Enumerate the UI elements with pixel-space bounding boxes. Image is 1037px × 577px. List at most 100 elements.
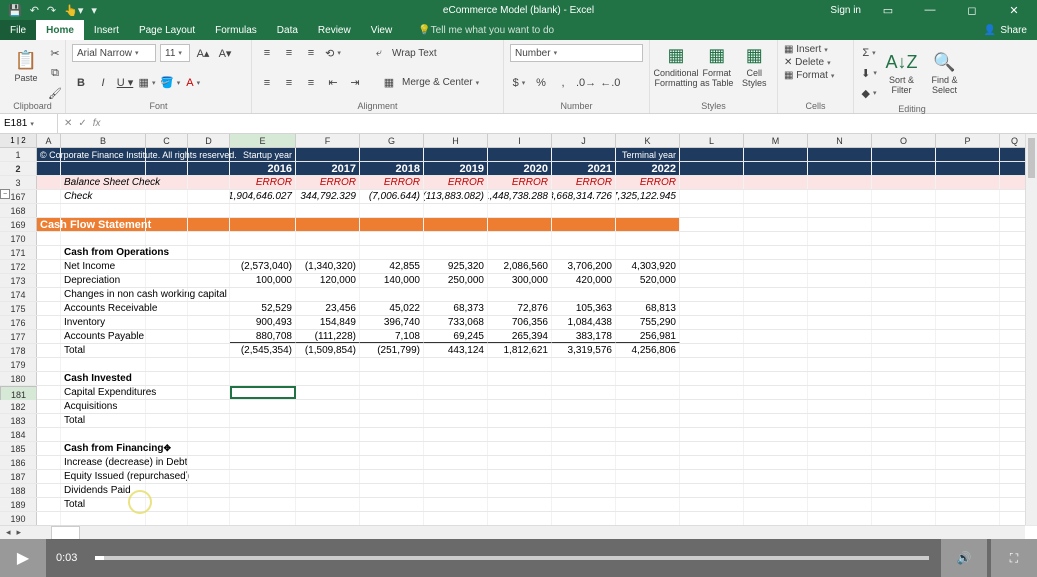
undo-icon[interactable]: ↶ <box>30 4 39 17</box>
cell[interactable] <box>616 498 680 511</box>
cell[interactable] <box>61 162 146 175</box>
cell[interactable] <box>680 148 744 161</box>
cell[interactable] <box>296 400 360 413</box>
cell[interactable] <box>296 218 360 231</box>
cell[interactable] <box>872 162 936 175</box>
cell[interactable] <box>424 428 488 441</box>
cell[interactable] <box>744 456 808 469</box>
cell[interactable] <box>936 400 1000 413</box>
cell[interactable]: 2017 <box>296 162 360 175</box>
name-box[interactable]: E181 <box>0 114 58 133</box>
cell[interactable]: Equity Issued (repurchased) <box>61 470 146 483</box>
cell[interactable]: 4,303,920 <box>616 260 680 273</box>
cell[interactable] <box>296 358 360 371</box>
cell[interactable] <box>296 470 360 483</box>
cell[interactable] <box>936 386 1000 399</box>
cell[interactable] <box>37 358 61 371</box>
cell[interactable]: Dividends Paid <box>61 484 146 497</box>
cell[interactable] <box>872 512 936 525</box>
cell[interactable]: 3,706,200 <box>552 260 616 273</box>
delete-cells-button[interactable]: ✕ Delete <box>784 57 847 68</box>
cell[interactable] <box>37 372 61 385</box>
cell[interactable]: 105,363 <box>552 302 616 315</box>
align-top-icon[interactable]: ≡ <box>258 44 276 62</box>
copy-icon[interactable]: ⧉ <box>46 64 64 82</box>
cell[interactable] <box>488 498 552 511</box>
sheet-nav-next-icon[interactable]: ▸ <box>17 527 22 538</box>
cell[interactable] <box>936 288 1000 301</box>
cell[interactable] <box>808 498 872 511</box>
cell[interactable]: 1,448,738.288 <box>488 190 552 203</box>
cell[interactable] <box>808 260 872 273</box>
cell[interactable] <box>37 330 61 343</box>
cell[interactable] <box>360 414 424 427</box>
cell[interactable] <box>146 218 188 231</box>
cell[interactable] <box>680 176 744 189</box>
cell[interactable] <box>230 512 296 525</box>
cell[interactable]: 383,178 <box>552 330 616 343</box>
cell[interactable] <box>146 288 188 301</box>
cell[interactable]: Terminal year <box>616 148 680 161</box>
cell[interactable] <box>296 456 360 469</box>
cell[interactable] <box>936 344 1000 357</box>
row-header[interactable]: 186 <box>0 456 37 469</box>
cell[interactable] <box>680 162 744 175</box>
cell[interactable] <box>936 316 1000 329</box>
find-select-button[interactable]: 🔍Find & Select <box>925 51 964 95</box>
cell[interactable] <box>424 400 488 413</box>
row-header[interactable]: 172 <box>0 260 37 273</box>
cell[interactable]: 100,000 <box>230 274 296 287</box>
cell[interactable]: (2,545,354) <box>230 344 296 357</box>
row-header[interactable]: 179 <box>0 358 37 371</box>
cell[interactable] <box>146 246 188 259</box>
cell[interactable] <box>680 302 744 315</box>
cell[interactable] <box>872 386 936 399</box>
tab-home[interactable]: Home <box>36 20 84 40</box>
cell[interactable] <box>936 176 1000 189</box>
cell[interactable] <box>936 372 1000 385</box>
cell[interactable]: 7,325,122.945 <box>616 190 680 203</box>
row-header[interactable]: 178 <box>0 344 37 357</box>
active-cell[interactable] <box>230 386 296 399</box>
enter-formula-icon[interactable]: ✓ <box>78 118 86 129</box>
cell[interactable] <box>37 316 61 329</box>
cell[interactable]: 250,000 <box>424 274 488 287</box>
cell[interactable] <box>488 484 552 497</box>
cell[interactable] <box>37 400 61 413</box>
cell[interactable] <box>616 204 680 217</box>
cell[interactable] <box>424 414 488 427</box>
cell[interactable] <box>230 498 296 511</box>
cell[interactable] <box>744 274 808 287</box>
row-header[interactable]: 2 <box>0 162 37 175</box>
cell[interactable]: 2020 <box>488 162 552 175</box>
cell[interactable]: (111,228) <box>296 330 360 343</box>
paste-button[interactable]: 📋Paste <box>6 44 46 88</box>
cell[interactable]: 42,855 <box>360 260 424 273</box>
cell[interactable] <box>744 400 808 413</box>
cell[interactable] <box>552 512 616 525</box>
cell[interactable] <box>680 358 744 371</box>
cell[interactable] <box>188 498 230 511</box>
cell[interactable]: Cash from Financing ✥ <box>61 442 146 455</box>
cell[interactable] <box>872 428 936 441</box>
cell[interactable] <box>872 358 936 371</box>
cell[interactable] <box>424 484 488 497</box>
cell[interactable] <box>616 288 680 301</box>
cell[interactable] <box>872 484 936 497</box>
cell[interactable] <box>872 190 936 203</box>
sheet-tab[interactable] <box>51 526 80 540</box>
cut-icon[interactable]: ✂ <box>46 44 64 62</box>
cell[interactable] <box>146 372 188 385</box>
cell[interactable]: ERROR <box>424 176 488 189</box>
cell[interactable] <box>744 162 808 175</box>
tab-formulas[interactable]: Formulas <box>205 20 267 40</box>
comma-format-icon[interactable]: , <box>554 74 572 92</box>
cell[interactable] <box>616 246 680 259</box>
format-cells-button[interactable]: ▦ Format <box>784 70 847 81</box>
cell[interactable] <box>936 274 1000 287</box>
cell[interactable] <box>936 190 1000 203</box>
cell[interactable] <box>872 246 936 259</box>
col-L[interactable]: L <box>680 134 744 147</box>
cell[interactable] <box>188 484 230 497</box>
cell[interactable] <box>680 512 744 525</box>
